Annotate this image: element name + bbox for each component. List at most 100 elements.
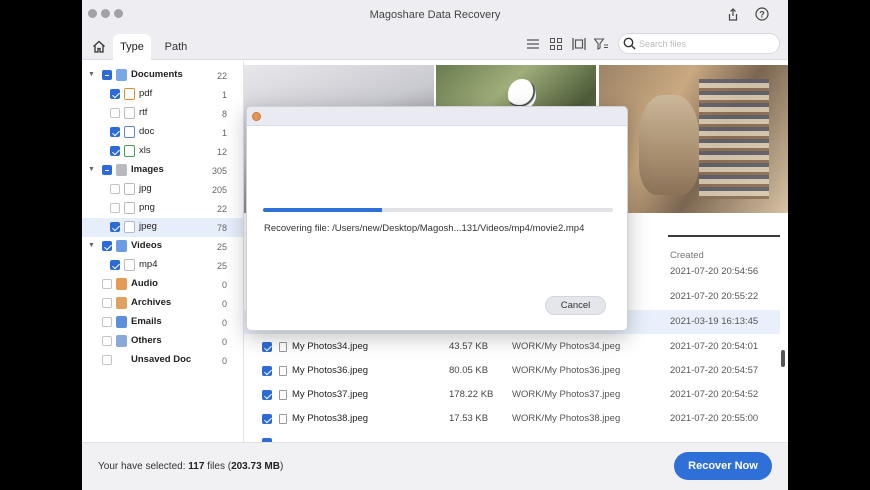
- table-row[interactable]: My Photos37.jpeg 178.22 KB WORK/My Photo…: [244, 383, 780, 407]
- videos-icon: [116, 240, 127, 252]
- table-row[interactable]: My Photos36.jpeg 80.05 KB WORK/My Photos…: [244, 359, 780, 383]
- sidebar-item-label: Documents: [131, 69, 183, 80]
- chevron-down-icon[interactable]: ▼: [88, 71, 95, 78]
- selected-count: 117: [188, 461, 205, 472]
- row-checkbox[interactable]: [262, 414, 272, 424]
- images-icon: [116, 164, 127, 176]
- created-cell: 2021-07-20 20:54:57: [670, 365, 759, 376]
- sidebar-item-pdf[interactable]: pdf 1: [82, 85, 243, 104]
- file-name: My Photos38.jpeg: [292, 413, 369, 424]
- row-checkbox[interactable]: [262, 342, 272, 352]
- table-row[interactable]: My Photos34.jpeg 43.57 KB WORK/My Photos…: [244, 335, 780, 359]
- sidebar-item-xls[interactable]: xls 12: [82, 142, 243, 161]
- sidebar-item-images[interactable]: ▼ Images 305: [82, 161, 243, 180]
- sidebar-item-archives[interactable]: Archives 0: [82, 294, 243, 313]
- file-path: WORK/My Photos38.jpeg: [512, 413, 621, 424]
- sidebar-item-audio[interactable]: Audio 0: [82, 275, 243, 294]
- item-count: 8: [221, 109, 227, 119]
- grid-view-icon[interactable]: [548, 36, 564, 52]
- item-count: 0: [221, 356, 227, 366]
- table-row[interactable]: [244, 431, 780, 442]
- preview-view-icon[interactable]: [571, 36, 587, 52]
- list-view-icon[interactable]: [525, 36, 541, 52]
- item-count: 0: [221, 318, 227, 328]
- sidebar-item-unsaved-doc[interactable]: Unsaved Doc 0: [82, 351, 243, 370]
- xls-file-icon: [124, 145, 135, 157]
- xls-checkbox[interactable]: [110, 146, 120, 156]
- file-path: WORK/My Photos34.jpeg: [512, 341, 621, 352]
- file-size: 178.22 KB: [449, 389, 494, 400]
- chevron-down-icon[interactable]: ▼: [88, 166, 95, 173]
- sidebar-item-jpg[interactable]: jpg 205: [82, 180, 243, 199]
- selection-summary: Your have selected: 117 files (203.73 MB…: [98, 461, 284, 472]
- file-size: 17.53 KB: [449, 413, 489, 424]
- sidebar-item-rtf[interactable]: rtf 8: [82, 104, 243, 123]
- item-count: 12: [216, 147, 227, 157]
- jpg-checkbox[interactable]: [110, 184, 120, 194]
- file-name: My Photos37.jpeg: [292, 389, 369, 400]
- help-icon[interactable]: ?: [754, 6, 770, 22]
- archives-checkbox[interactable]: [102, 298, 112, 308]
- sidebar-item-label: jpeg: [139, 221, 157, 232]
- videos-checkbox[interactable]: [102, 241, 112, 251]
- search-box[interactable]: [618, 33, 780, 54]
- item-count: 0: [221, 299, 227, 309]
- progress-fill: [263, 208, 382, 212]
- sidebar-item-videos[interactable]: ▼ Videos 25: [82, 237, 243, 256]
- file-icon: [279, 390, 287, 400]
- jpeg-checkbox[interactable]: [110, 222, 120, 232]
- chevron-down-icon[interactable]: ▼: [88, 242, 95, 249]
- file-icon: [279, 366, 287, 376]
- sidebar-item-label: Videos: [131, 240, 162, 251]
- rtf-file-icon: [124, 107, 135, 119]
- mp4-file-icon: [124, 259, 135, 271]
- sidebar-item-label: doc: [139, 126, 155, 137]
- jpeg-file-icon: [124, 221, 135, 233]
- file-icon: [279, 342, 287, 352]
- sidebar-item-mp4[interactable]: mp4 25: [82, 256, 243, 275]
- others-icon: [116, 335, 127, 347]
- tab-path[interactable]: Path: [160, 34, 192, 60]
- rtf-checkbox[interactable]: [110, 108, 120, 118]
- images-checkbox[interactable]: [102, 165, 112, 175]
- tab-type[interactable]: Type: [113, 34, 151, 60]
- dog-photo: [508, 79, 536, 109]
- search-icon: [623, 37, 636, 53]
- filter-icon[interactable]: [593, 36, 609, 52]
- emails-checkbox[interactable]: [102, 317, 112, 327]
- documents-checkbox[interactable]: [102, 70, 112, 80]
- sidebar-item-png[interactable]: png 22: [82, 199, 243, 218]
- share-icon[interactable]: [725, 6, 741, 22]
- table-row[interactable]: My Photos38.jpeg 17.53 KB WORK/My Photos…: [244, 407, 780, 431]
- audio-checkbox[interactable]: [102, 279, 112, 289]
- mp4-checkbox[interactable]: [110, 260, 120, 270]
- sidebar-item-label: Images: [131, 164, 164, 175]
- footer-bar: Your have selected: 117 files (203.73 MB…: [82, 442, 788, 490]
- sidebar-item-documents[interactable]: ▼ Documents 22: [82, 66, 243, 85]
- search-input[interactable]: [639, 36, 775, 51]
- item-count: 305: [211, 166, 227, 176]
- item-count: 22: [216, 71, 227, 81]
- pdf-checkbox[interactable]: [110, 89, 120, 99]
- dialog-close-button[interactable]: [252, 112, 261, 121]
- row-checkbox[interactable]: [262, 366, 272, 376]
- unsaved-doc-checkbox[interactable]: [102, 355, 112, 365]
- sidebar-item-others[interactable]: Others 0: [82, 332, 243, 351]
- scrollbar-thumb[interactable]: [781, 350, 785, 367]
- png-checkbox[interactable]: [110, 203, 120, 213]
- sidebar-item-jpeg[interactable]: jpeg 78: [82, 218, 243, 237]
- others-checkbox[interactable]: [102, 336, 112, 346]
- recovering-file-text: Recovering file: /Users/new/Desktop/Mago…: [264, 223, 585, 234]
- item-count: 0: [221, 280, 227, 290]
- doc-checkbox[interactable]: [110, 127, 120, 137]
- file-size: 80.05 KB: [449, 365, 489, 376]
- item-count: 25: [216, 242, 227, 252]
- sidebar-item-doc[interactable]: doc 1: [82, 123, 243, 142]
- row-checkbox[interactable]: [262, 390, 272, 400]
- cancel-button[interactable]: Cancel: [545, 296, 606, 315]
- sidebar-item-emails[interactable]: Emails 0: [82, 313, 243, 332]
- home-icon[interactable]: [90, 37, 108, 55]
- sidebar-item-label: png: [139, 202, 155, 213]
- recover-now-button[interactable]: Recover Now: [674, 452, 772, 480]
- file-icon: [279, 414, 287, 424]
